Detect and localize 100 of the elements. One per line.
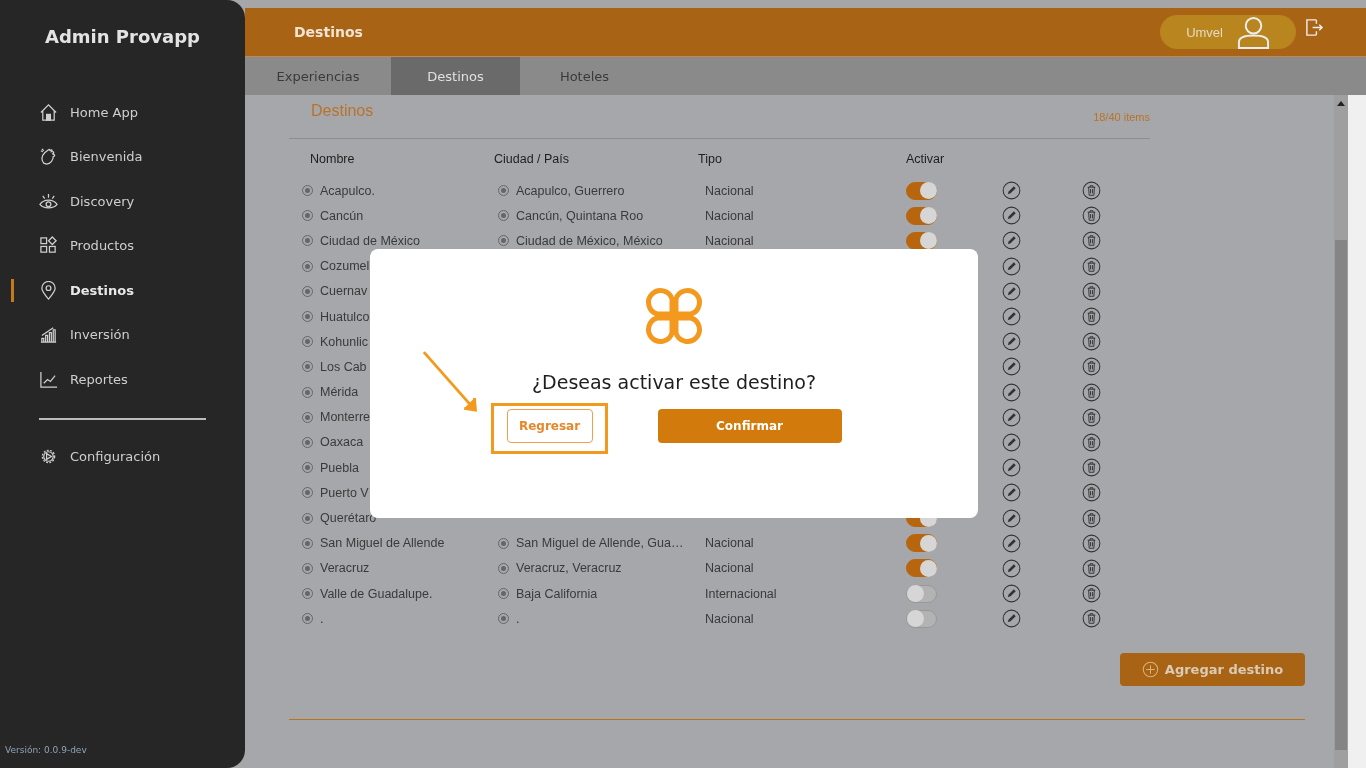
edit-icon[interactable]: [1002, 281, 1021, 301]
delete-icon[interactable]: [1082, 483, 1101, 503]
table-cell: Nacional: [705, 536, 754, 551]
section-title: Destinos: [310, 101, 374, 121]
bullet-icon: [499, 236, 508, 246]
delete-icon[interactable]: [1082, 458, 1101, 478]
bullet-icon: [499, 589, 508, 599]
delete-icon[interactable]: [1082, 357, 1101, 377]
edit-icon[interactable]: [1002, 533, 1021, 553]
toggle-switch[interactable]: [906, 584, 937, 603]
delete-icon[interactable]: [1082, 382, 1101, 402]
column-header: Tipo: [698, 151, 723, 166]
table-cell: Acapulco, Guerrero: [516, 183, 625, 198]
eye-icon: [39, 191, 58, 211]
edit-icon[interactable]: [1002, 181, 1021, 201]
delete-icon[interactable]: [1082, 508, 1101, 528]
table-cell: Nacional: [705, 233, 754, 248]
delete-icon[interactable]: [1082, 407, 1101, 427]
table-cell: Oaxaca: [320, 435, 364, 450]
bullet-icon: [303, 312, 312, 322]
bullet-icon: [499, 186, 508, 196]
bullet-icon: [303, 186, 312, 196]
edit-icon[interactable]: [1002, 307, 1021, 327]
table-cell: Mérida: [320, 385, 359, 400]
edit-icon[interactable]: [1002, 382, 1021, 402]
edit-icon[interactable]: [1002, 558, 1021, 578]
edit-icon[interactable]: [1002, 483, 1021, 503]
table-cell: Internacional: [705, 586, 777, 601]
table-cell: Cozumel: [320, 259, 370, 274]
table-cell: .: [320, 611, 324, 626]
bullet-icon: [303, 211, 312, 221]
delete-icon[interactable]: [1082, 609, 1101, 629]
bullet-icon: [303, 589, 312, 599]
toggle-switch[interactable]: [906, 206, 937, 225]
edit-icon[interactable]: [1002, 332, 1021, 352]
bullet-icon: [499, 614, 508, 624]
delete-icon[interactable]: [1082, 181, 1101, 201]
edit-icon[interactable]: [1002, 357, 1021, 377]
toggle-switch[interactable]: [906, 609, 937, 628]
delete-icon[interactable]: [1082, 307, 1101, 327]
bullet-icon: [499, 563, 508, 573]
nav-item[interactable]: Reportes: [0, 357, 245, 402]
table-cell: Valle de Guadalupe.: [320, 586, 433, 601]
dialog-title: ¿Deseas activar este destino?: [532, 371, 816, 393]
edit-icon[interactable]: [1002, 458, 1021, 478]
table-cell: Los Cab: [320, 359, 367, 374]
delete-icon[interactable]: [1082, 206, 1101, 226]
edit-icon[interactable]: [1002, 231, 1021, 251]
toggle-switch[interactable]: [906, 181, 937, 200]
delete-icon[interactable]: [1082, 256, 1101, 276]
toggle-switch[interactable]: [906, 559, 937, 578]
nav-item[interactable]: Bienvenida: [0, 134, 245, 179]
scrollbar-thumb[interactable]: [1335, 240, 1347, 750]
edit-icon[interactable]: [1002, 256, 1021, 276]
table-cell: Nacional: [705, 208, 754, 223]
column-header: Nombre: [310, 151, 356, 166]
grid-icon: [39, 236, 58, 256]
edit-icon[interactable]: [1002, 508, 1021, 528]
scrollbar[interactable]: [1334, 95, 1348, 768]
bullet-icon: [303, 362, 312, 372]
tab[interactable]: Destinos: [391, 57, 520, 95]
delete-icon[interactable]: [1082, 231, 1101, 251]
edit-icon[interactable]: [1002, 407, 1021, 427]
delete-icon[interactable]: [1082, 281, 1101, 301]
edit-icon[interactable]: [1002, 432, 1021, 452]
nav-item[interactable]: Productos: [0, 223, 245, 268]
delete-icon[interactable]: [1082, 332, 1101, 352]
version-label: Versión: 0.0.9-dev: [4, 745, 88, 757]
bullet-icon: [303, 236, 312, 246]
table-cell: Cancún, Quintana Roo: [516, 208, 644, 223]
page-title: Destinos: [294, 24, 364, 40]
user-icon: [1237, 15, 1270, 49]
settings-nav-item[interactable]: Configuración: [0, 434, 245, 479]
delete-icon[interactable]: [1082, 533, 1101, 553]
delete-icon[interactable]: [1082, 558, 1101, 578]
delete-icon[interactable]: [1082, 584, 1101, 604]
table-cell: Ciudad de México, México: [516, 233, 663, 248]
bullet-icon: [303, 463, 312, 473]
edit-icon[interactable]: [1002, 584, 1021, 604]
bullet-icon: [303, 337, 312, 347]
nav-item[interactable]: Inversión: [0, 312, 245, 357]
bullet-icon: [303, 412, 312, 422]
delete-icon[interactable]: [1082, 432, 1101, 452]
bullet-icon: [499, 538, 508, 548]
table-cell: Baja California: [516, 586, 598, 601]
toggle-switch[interactable]: [906, 534, 937, 553]
table-cell: Acapulco.: [320, 183, 375, 198]
hand-icon: [39, 147, 58, 167]
bullet-icon: [303, 488, 312, 498]
nav-item[interactable]: Destinos: [0, 268, 245, 313]
nav-item[interactable]: Home App: [0, 90, 245, 135]
table-cell: .: [516, 611, 520, 626]
logout-icon[interactable]: [1305, 17, 1324, 37]
table-cell: San Miguel de Allende, Gua…: [516, 536, 684, 551]
table-cell: Nacional: [705, 611, 754, 626]
nav-item[interactable]: Discovery: [0, 179, 245, 224]
toggle-switch[interactable]: [906, 231, 937, 250]
edit-icon[interactable]: [1002, 609, 1021, 629]
bullet-icon: [303, 261, 312, 271]
edit-icon[interactable]: [1002, 206, 1021, 226]
